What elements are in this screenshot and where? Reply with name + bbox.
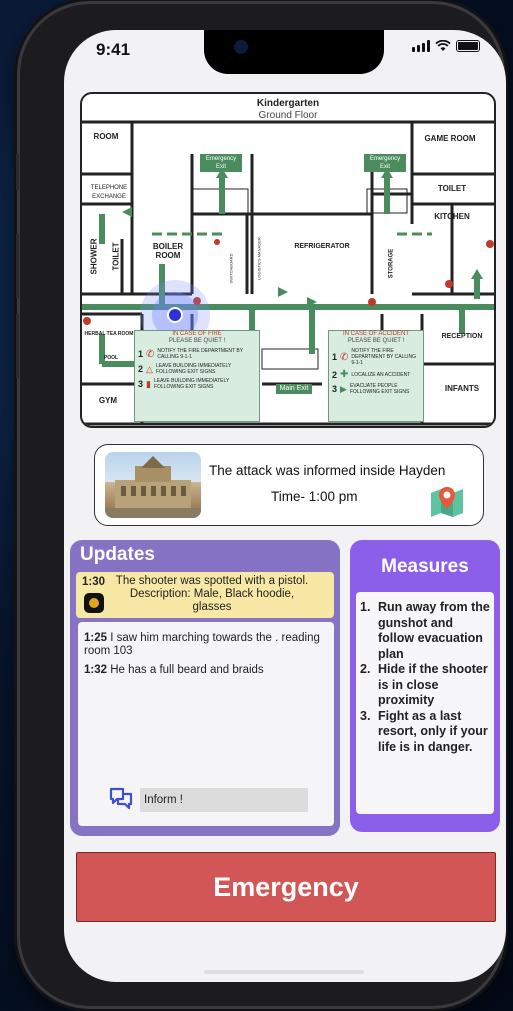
room-label-refrigerator: REFRIGERATOR — [294, 243, 350, 250]
room-label-game-room: GAME ROOM — [424, 134, 476, 143]
incident-info-card[interactable]: The attack was informed inside Hayden Ti… — [94, 444, 484, 526]
fire-instructions-panel: IN CASE OF FIRE PLEASE BE QUIET ! 1 ✆ NOTI… — [134, 330, 260, 422]
measures-panel: Measures 1. Run away from the gunshot and… — [350, 540, 500, 832]
building-image — [105, 456, 201, 518]
room-label-gym: GYM — [98, 396, 118, 405]
room-label-boiler: BOILER ROOM — [152, 242, 184, 260]
phone-frame: 9:41 Kindergarten Ground Floor ROOM GAME… — [16, 4, 506, 1006]
volume-up-button — [16, 234, 19, 298]
accident-step-1: 1 ✆ NOTIFY THE FIRE DEPARTMENT BY CALLING … — [332, 348, 417, 366]
fire-step-1: 1 ✆ NOTIFY THE FIRE DEPARTMENT BY CALLING … — [138, 348, 243, 360]
accident-instructions-panel: IN CASE OF ACCIDENT PLEASE BE QUIET ! 1 ✆… — [328, 330, 424, 422]
room-label-kitchen: KITCHEN — [434, 212, 470, 221]
signal-icon — [412, 40, 430, 52]
accident-step-3: 3 ▶ EVACUATE PEOPLE FOLLOWING EXIT SIGNS — [332, 383, 410, 395]
room-label-herbal: HERBAL TEA ROOM — [84, 331, 134, 337]
wifi-icon — [435, 40, 451, 51]
measure-number: 1. — [360, 600, 371, 614]
room-label-shower: SHOWER — [89, 238, 99, 275]
accident-panel-subhead: PLEASE BE QUIET ! — [347, 338, 405, 344]
updates-title: Updates — [80, 544, 155, 565]
room-label-reception: RECEPTION — [441, 333, 483, 340]
location-dot — [167, 307, 183, 323]
feed-item-time: 1:25 — [84, 632, 108, 644]
main-exit-sign: Main Exit — [276, 384, 312, 394]
measures-title: Measures — [381, 556, 469, 577]
updates-panel: Updates 1:30 The shooter was spotted wit… — [70, 540, 340, 836]
feed-item: 1:25 I saw him marching towards the . re… — [84, 632, 324, 658]
alert-text: The shooter was spotted with a pistol. D… — [115, 575, 309, 613]
emergency-button[interactable]: Emergency — [76, 852, 496, 922]
feed-item-text: He has a full beard and braids — [110, 664, 264, 676]
emergency-exit-right: Emergency Exit — [364, 154, 406, 172]
updates-feed[interactable]: 1:25 I saw him marching towards the . re… — [78, 622, 334, 826]
pinned-alert[interactable]: 1:30 The shooter was spotted with a pist… — [76, 572, 334, 618]
incident-message: The attack was informed inside Hayden — [209, 463, 446, 478]
status-icons — [412, 40, 480, 52]
room-label-storage: STORAGE — [388, 248, 395, 279]
room-label-room: ROOM — [93, 132, 119, 141]
measure-number: 2. — [360, 662, 371, 676]
volume-down-button — [16, 314, 19, 378]
room-label-toilet-right: TOILET — [437, 184, 467, 193]
incident-time: Time- 1:00 pm — [271, 489, 358, 504]
measure-item: 2. Hide if the shooter is in close proxim… — [360, 662, 492, 709]
measure-text: Hide if the shooter is in close proximit… — [378, 662, 488, 707]
measure-item: 1. Run away from the gunshot and follow e… — [360, 600, 492, 662]
measure-text: Fight as a last resort, only if your lif… — [378, 708, 488, 754]
chat-icon[interactable] — [108, 785, 134, 811]
notch — [204, 30, 384, 74]
measure-number: 3. — [360, 708, 371, 723]
open-map-icon[interactable] — [429, 485, 465, 517]
fire-panel-head: IN CASE OF FIRE — [172, 331, 222, 337]
fire-step-2: 2 △ LEAVE BUILDING IMMEDIATELY FOLLOWING E… — [138, 363, 232, 375]
room-label-infants: INFANTS — [444, 384, 480, 393]
measures-box: 1. Run away from the gunshot and follow e… — [356, 592, 494, 814]
alert-time: 1:30 — [82, 576, 106, 588]
measures-list: 1. Run away from the gunshot and follow e… — [360, 600, 492, 755]
emergency-exit-left: Emergency Exit — [200, 154, 242, 172]
room-label-telephone: TELEPHONE EXCHANGE — [90, 185, 128, 200]
battery-icon — [456, 40, 480, 52]
feed-item-time: 1:32 — [84, 664, 108, 676]
accident-panel-head: IN CASE OF ACCIDENT — [342, 331, 409, 337]
camera-icon — [234, 40, 248, 54]
fire-panel-subhead: PLEASE BE QUIET ! — [168, 338, 226, 344]
alert-badge-icon — [84, 593, 104, 613]
accident-step-2: 2 ✚ LOCALIZE AN ACCIDENT — [332, 369, 411, 380]
room-label-switchboard: SWITCHBOARD — [228, 253, 234, 284]
room-label-logistics: LOGISTICS MANAGER — [256, 237, 262, 280]
feed-item: 1:32 He has a full beard and braids — [84, 664, 324, 677]
status-time: 9:41 — [96, 40, 131, 59]
room-label-pool: POOL — [103, 355, 119, 361]
location-photo — [105, 452, 201, 518]
mute-switch — [16, 154, 19, 190]
screen: 9:41 Kindergarten Ground Floor ROOM GAME… — [64, 30, 506, 982]
feed-item-text: I saw him marching towards the . reading… — [84, 632, 320, 657]
measure-text: Run away from the gunshot and follow eva… — [378, 600, 490, 661]
fire-step-3: 3 ▮ LEAVE BUILDING IMMEDIATELY FOLLOWING E… — [138, 378, 230, 390]
floor-plan-map[interactable]: Kindergarten Ground Floor ROOM GAME ROOM… — [80, 92, 496, 428]
inform-input[interactable] — [140, 788, 308, 812]
home-indicator[interactable] — [204, 970, 364, 974]
measure-item: 3. Fight as a last resort, only if your l… — [360, 709, 492, 756]
room-label-toilet-left: TOILET — [111, 242, 121, 271]
